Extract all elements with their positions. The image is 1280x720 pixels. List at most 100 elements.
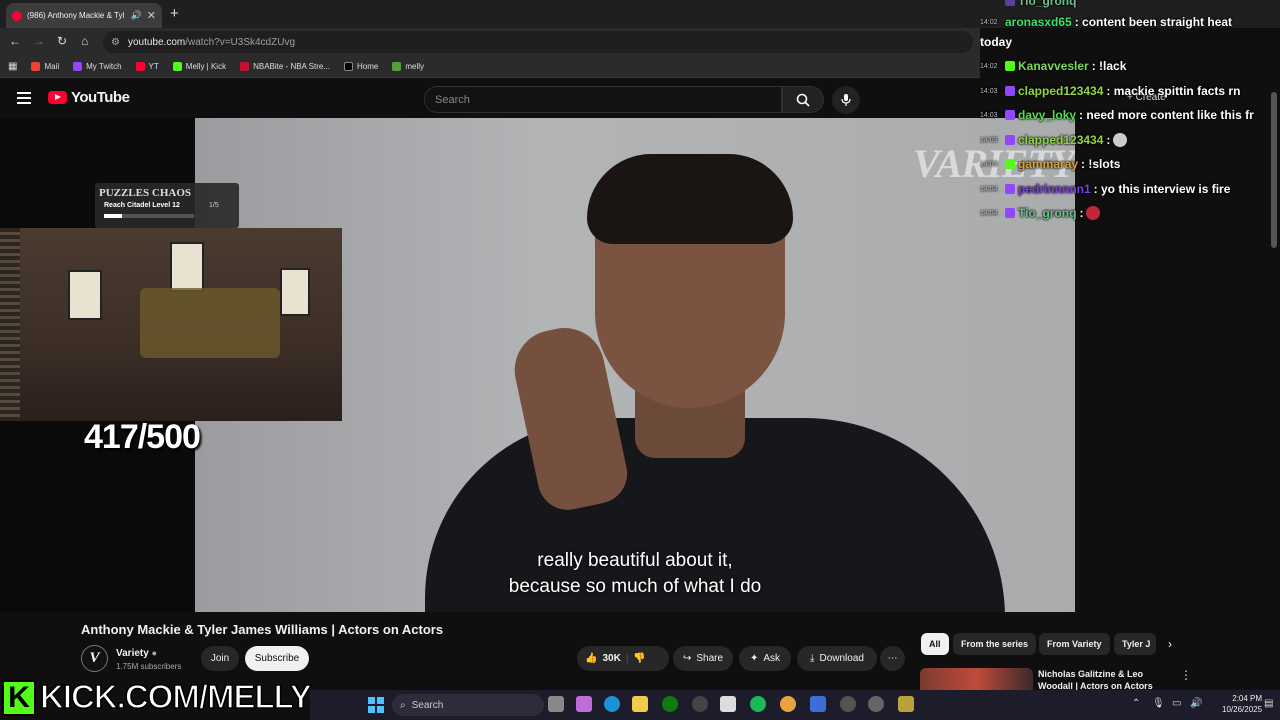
- chat-text: :: [1079, 206, 1084, 220]
- bookmarks-bar: ▦ Mail My Twitch YT Melly | Kick NBABite…: [0, 56, 980, 78]
- chat-message: 14:03 clapped123434 :: [980, 133, 1128, 147]
- media-player-icon[interactable]: [840, 696, 856, 712]
- bookmark-kick[interactable]: Melly | Kick: [172, 62, 226, 71]
- obs-icon[interactable]: [692, 696, 708, 712]
- kick-banner: K KICK.COM/MELLY: [0, 676, 313, 720]
- quest-progress-fill: [104, 214, 122, 218]
- download-button[interactable]: ⤓ Download: [797, 646, 877, 671]
- streamer-webcam: [0, 228, 342, 421]
- clock-time: 2:04 PM: [1232, 694, 1263, 703]
- chat-username: Tio_gronq: [1018, 0, 1077, 8]
- youtube-favicon-icon: [12, 10, 22, 21]
- file-explorer-icon[interactable]: [632, 696, 648, 712]
- chat-text: : !slots: [1081, 157, 1121, 171]
- browser-tab[interactable]: (986) Anthony Mackie & Tyl 🔊 ✕: [6, 3, 162, 28]
- notification-icon[interactable]: ▤: [1264, 698, 1273, 709]
- task-view-icon[interactable]: [548, 696, 564, 712]
- bookmark-melly[interactable]: melly: [392, 62, 424, 71]
- ask-button[interactable]: ✦ Ask: [739, 646, 791, 671]
- bookmark-x-home[interactable]: Home: [344, 62, 378, 71]
- taskbar-search[interactable]: ⌕ Search: [392, 694, 544, 716]
- windows-taskbar: ⌕ Search ⌃ 🎙 ▭ 🔊 2:04 PM 10/26/2025 ▤: [310, 690, 1280, 720]
- edge-icon[interactable]: [604, 696, 620, 712]
- puzzle-quest-widget: PUZZLES CHAOS Reach Citadel Level 12 1/5: [95, 183, 239, 228]
- share-button[interactable]: ↪ Share: [673, 646, 733, 671]
- tray-chevron-icon[interactable]: ⌃: [1132, 698, 1140, 709]
- chat-message: 14:03 clapped123434 : mackie spittin fac…: [980, 84, 1240, 98]
- chat-username: aronasxd65: [1005, 15, 1072, 29]
- url-field[interactable]: ⚙ youtube.com/watch?v=U3Sk4cdZUvg: [103, 31, 973, 53]
- windows-start-icon[interactable]: [368, 697, 384, 713]
- hamburger-menu-icon[interactable]: [17, 92, 31, 104]
- reload-icon[interactable]: ↻: [57, 34, 67, 48]
- chat-timestamp: 14:03: [980, 87, 998, 95]
- thumbs-up-icon[interactable]: 👍: [585, 653, 597, 664]
- network-icon[interactable]: ▭: [1172, 698, 1181, 709]
- app-icon[interactable]: [898, 696, 914, 712]
- voice-search-button[interactable]: [832, 86, 860, 114]
- close-tab-icon[interactable]: ✕: [147, 9, 156, 22]
- share-icon: ↪: [682, 653, 692, 664]
- filter-chip-series[interactable]: From the series: [953, 633, 1037, 655]
- figure-shelf: [140, 288, 280, 358]
- store-icon[interactable]: [720, 696, 736, 712]
- chat-message: 14:02 aronasxd65 : content been straight…: [980, 15, 1232, 29]
- mic-tray-icon[interactable]: 🎙: [1152, 698, 1165, 709]
- quest-task: Reach Citadel Level 12: [104, 202, 180, 209]
- subscribe-button[interactable]: Subscribe: [245, 646, 309, 671]
- xbox-icon[interactable]: [662, 696, 678, 712]
- bookmark-twitch[interactable]: My Twitch: [73, 62, 122, 71]
- back-icon[interactable]: ←: [9, 34, 21, 48]
- new-tab-button[interactable]: +: [170, 5, 179, 22]
- chat-message: Tio_gronq: [980, 0, 1076, 8]
- search-input[interactable]: Search: [424, 86, 782, 113]
- download-label: Download: [819, 653, 864, 664]
- recommendation-title[interactable]: Nicholas Galitzine & Leo Woodall | Actor…: [1038, 668, 1168, 692]
- forward-icon[interactable]: →: [33, 34, 45, 48]
- wall-poster: [68, 270, 102, 320]
- bookmark-mail[interactable]: Mail: [31, 62, 59, 71]
- thumbs-down-icon[interactable]: 👎: [633, 653, 645, 664]
- app-icon[interactable]: [868, 696, 884, 712]
- video-subtitles: really beautiful about it, because so mu…: [345, 548, 925, 600]
- filter-chip-tyler[interactable]: Tyler J: [1114, 633, 1156, 655]
- filter-chip-all[interactable]: All: [921, 633, 949, 655]
- site-info-icon[interactable]: ⚙: [111, 37, 120, 48]
- channel-name[interactable]: Variety ●: [116, 648, 157, 659]
- chrome-icon[interactable]: [780, 696, 796, 712]
- home-icon[interactable]: ⌂: [81, 34, 88, 48]
- speaker-icon[interactable]: 🔊: [131, 10, 142, 21]
- bookmark-nbabite[interactable]: NBABite - NBA Stre...: [240, 62, 330, 71]
- chat-username: Tio_gronq: [1018, 206, 1077, 220]
- chat-text: : content been straight heat: [1074, 15, 1233, 29]
- chat-username: gammaray: [1018, 157, 1079, 171]
- window-blinds: [0, 228, 20, 421]
- recommendation-thumbnail[interactable]: [920, 668, 1033, 692]
- volume-icon[interactable]: 🔊: [1190, 698, 1202, 709]
- chat-timestamp: 14:03: [980, 136, 998, 144]
- photos-icon[interactable]: [810, 696, 826, 712]
- spotify-icon[interactable]: [750, 696, 766, 712]
- youtube-logo[interactable]: YouTube: [48, 89, 130, 106]
- chat-text: : need more content like this fr: [1079, 108, 1254, 122]
- bookmark-yt[interactable]: YT: [135, 62, 159, 71]
- chat-timestamp: 14:03: [980, 160, 998, 168]
- copilot-icon[interactable]: [576, 696, 592, 712]
- chat-username: davy_loky: [1018, 108, 1077, 122]
- more-actions-button[interactable]: ⋯: [880, 646, 905, 671]
- apps-grid-icon[interactable]: ▦: [8, 61, 17, 72]
- join-button[interactable]: Join: [201, 646, 239, 671]
- subscriber-count: 1.75M subscribers: [116, 662, 182, 671]
- channel-avatar[interactable]: V: [81, 645, 108, 672]
- filter-chip-variety[interactable]: From Variety: [1039, 633, 1110, 655]
- kick-url: KICK.COM/MELLY: [39, 677, 312, 716]
- system-clock[interactable]: 2:04 PM 10/26/2025: [1222, 693, 1262, 715]
- page-scrollbar[interactable]: [1271, 92, 1277, 248]
- like-count[interactable]: 30K: [602, 653, 620, 664]
- search-button[interactable]: [782, 86, 824, 113]
- chevron-right-icon[interactable]: ›: [1168, 637, 1172, 651]
- share-label: Share: [696, 653, 724, 664]
- channel-name-text: Variety: [116, 648, 149, 659]
- chat-timestamp: 14:03: [980, 111, 998, 119]
- recommendation-menu-icon[interactable]: ⋮: [1180, 668, 1192, 682]
